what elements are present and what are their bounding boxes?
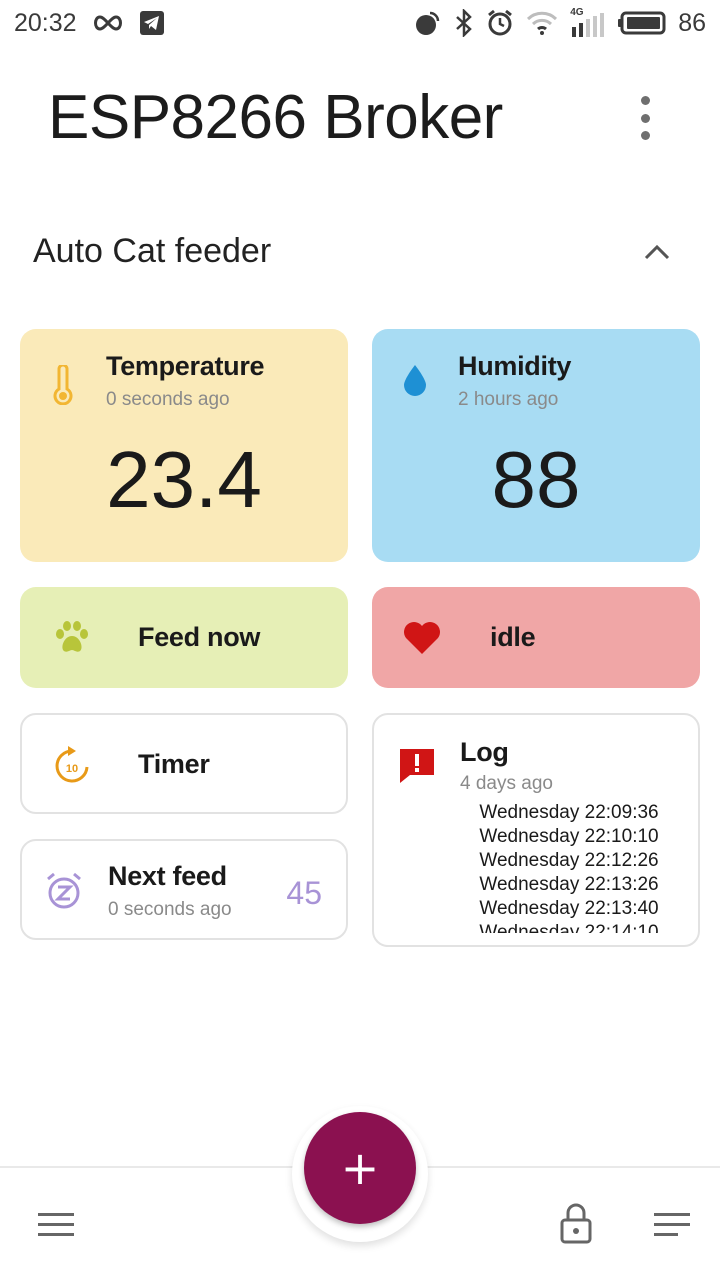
log-updated: 4 days ago	[460, 773, 553, 794]
signal-group: 4G	[570, 7, 606, 37]
feed-now-button[interactable]: Feed now	[20, 587, 348, 688]
next-feed-title: Next feed	[108, 861, 227, 891]
alarm-icon	[488, 9, 513, 36]
status-label: idle	[490, 622, 536, 652]
svg-text:10: 10	[66, 763, 78, 775]
temperature-title: Temperature	[106, 351, 265, 381]
status-time: 20:32	[14, 8, 77, 37]
app-bar: ESP8266 Broker	[0, 60, 720, 170]
next-feed-value: 45	[286, 875, 322, 911]
network-type: 4G	[570, 7, 584, 18]
feed-now-label: Feed now	[138, 622, 261, 652]
notes-icon[interactable]	[654, 1212, 690, 1238]
telegram-icon	[139, 11, 164, 35]
alert-icon	[400, 749, 434, 783]
log-entry: Wednesday 22:12:26	[479, 850, 659, 871]
log-entry: Wednesday 22:14:10	[479, 922, 659, 933]
temperature-updated: 0 seconds ago	[106, 389, 230, 410]
overflow-menu-icon[interactable]	[630, 96, 660, 140]
add-button[interactable]: +	[304, 1112, 416, 1224]
log-entry: Wednesday 22:13:40	[479, 898, 659, 919]
log-title: Log	[460, 737, 509, 767]
log-tile[interactable]: Log 4 days ago Wednesday 22:09:36 Wednes…	[372, 713, 700, 947]
menu-icon[interactable]	[38, 1212, 74, 1238]
timer-tile[interactable]: 10 Timer	[20, 713, 348, 814]
next-feed-updated: 0 seconds ago	[108, 899, 232, 920]
timer-10-icon: 10	[55, 746, 89, 783]
heart-icon	[404, 622, 440, 654]
status-tile[interactable]: idle	[372, 587, 700, 688]
section-header[interactable]: Auto Cat feeder	[0, 220, 720, 286]
section-title: Auto Cat feeder	[33, 232, 272, 270]
log-entry: Wednesday 22:13:26	[479, 874, 659, 895]
status-bar: 20:32 4G 86	[0, 0, 720, 46]
log-entries[interactable]: Wednesday 22:09:36 Wednesday 22:10:10 We…	[444, 801, 694, 933]
lock-icon[interactable]	[560, 1202, 592, 1244]
timer-label: Timer	[138, 749, 210, 779]
humidity-title: Humidity	[458, 351, 572, 381]
humidity-value: 88	[491, 435, 581, 524]
thermometer-icon	[53, 365, 73, 405]
temperature-tile[interactable]: Temperature 0 seconds ago 23.4	[20, 329, 348, 562]
log-entry: Wednesday 22:09:36	[479, 802, 659, 823]
nfc-icon	[416, 11, 440, 35]
water-drop-icon	[404, 365, 426, 396]
humidity-tile[interactable]: Humidity 2 hours ago 88	[372, 329, 700, 562]
humidity-updated: 2 hours ago	[458, 389, 559, 410]
snooze-icon	[47, 872, 81, 909]
chevron-up-icon[interactable]	[642, 238, 672, 268]
infinity-icon	[93, 15, 122, 31]
paw-icon	[56, 621, 88, 652]
add-icon: +	[340, 1141, 380, 1195]
battery-level: 86	[678, 8, 706, 37]
log-entry: Wednesday 22:10:10	[479, 826, 659, 847]
app-title: ESP8266 Broker	[48, 83, 503, 152]
battery-icon	[618, 11, 666, 35]
bluetooth-icon	[456, 9, 472, 37]
wifi-icon	[527, 11, 558, 35]
next-feed-tile[interactable]: Next feed 0 seconds ago 45	[20, 839, 348, 940]
temperature-value: 23.4	[106, 435, 262, 524]
